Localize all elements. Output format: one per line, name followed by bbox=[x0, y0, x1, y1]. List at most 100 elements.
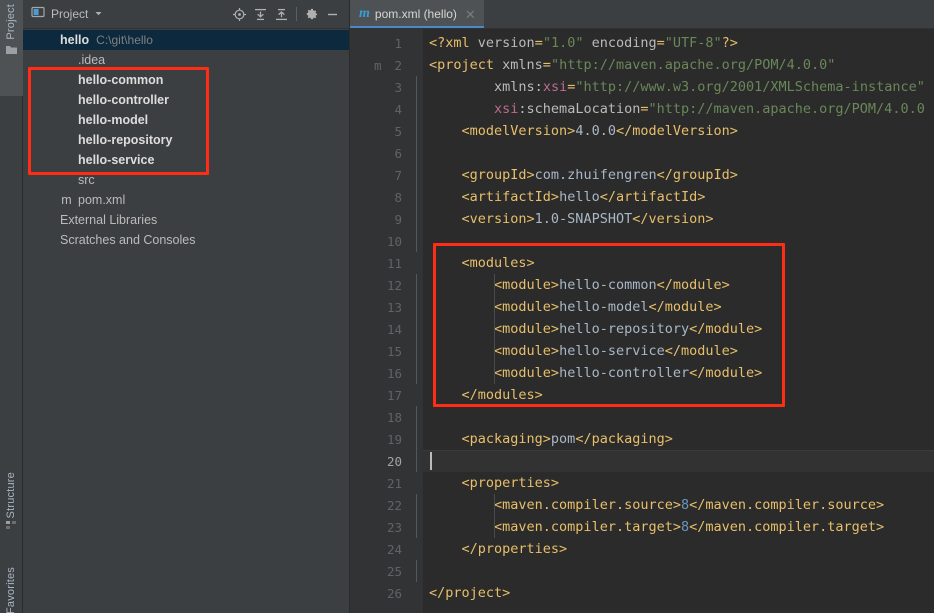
line-number[interactable]: 25 bbox=[350, 560, 410, 582]
line-number[interactable]: 8 bbox=[350, 186, 410, 208]
line-number[interactable]: 6 bbox=[350, 142, 410, 164]
line-number[interactable]: 17 bbox=[350, 384, 410, 406]
chevron-right-icon[interactable] bbox=[45, 150, 58, 170]
line-number[interactable]: 19 bbox=[350, 428, 410, 450]
line-number[interactable]: 4 bbox=[350, 98, 410, 120]
code-line[interactable]: </modules> bbox=[423, 384, 934, 406]
tree-item-pom-xml[interactable]: m pom.xml bbox=[23, 190, 349, 210]
line-number[interactable]: 24 bbox=[350, 538, 410, 560]
fold-collapse-end-icon[interactable] bbox=[410, 388, 423, 402]
fold-collapse-end-icon[interactable] bbox=[410, 542, 423, 556]
chevron-right-icon[interactable] bbox=[45, 90, 58, 110]
maven-reimport-icon[interactable]: m bbox=[374, 54, 382, 76]
collapse-all-icon[interactable] bbox=[273, 6, 290, 23]
fold-region[interactable] bbox=[410, 538, 423, 560]
chevron-right-icon[interactable] bbox=[45, 110, 58, 130]
tree-item-hello-controller[interactable]: hello-controller bbox=[23, 90, 349, 110]
line-number[interactable]: 20 bbox=[350, 450, 410, 472]
code-line[interactable]: <version>1.0-SNAPSHOT</version> bbox=[423, 208, 934, 230]
project-tree[interactable]: hello C:\git\hello .idea hello-common hello-… bbox=[23, 29, 349, 613]
line-number[interactable]: 9 bbox=[350, 208, 410, 230]
tree-item-src[interactable]: src bbox=[23, 170, 349, 190]
editor-tab-pom-xml[interactable]: m pom.xml (hello) ✕ bbox=[350, 0, 484, 28]
code-line[interactable] bbox=[423, 142, 934, 164]
code-line[interactable]: </properties> bbox=[423, 538, 934, 560]
code-line[interactable]: <module>hello-common</module> bbox=[423, 274, 934, 296]
code-line[interactable]: <maven.compiler.target>8</maven.compiler… bbox=[423, 516, 934, 538]
fold-region[interactable] bbox=[410, 472, 423, 494]
tool-window-tab-favorites[interactable]: Favorites bbox=[0, 565, 23, 613]
fold-region[interactable] bbox=[410, 582, 423, 604]
chevron-down-icon[interactable] bbox=[27, 30, 40, 50]
line-number[interactable]: 14 bbox=[350, 318, 410, 340]
line-number[interactable]: 11 bbox=[350, 252, 410, 274]
line-number[interactable]: 12 bbox=[350, 274, 410, 296]
line-number[interactable]: 26 bbox=[350, 582, 410, 604]
tool-window-tab-project[interactable]: Project bbox=[0, 0, 23, 96]
line-number[interactable]: 10 bbox=[350, 230, 410, 252]
tree-item-scratches-and-consoles[interactable]: Scratches and Consoles bbox=[23, 230, 349, 250]
tree-item-hello-model[interactable]: hello-model bbox=[23, 110, 349, 130]
code-line[interactable]: xmlns:xsi="http://www.w3.org/2001/XMLSch… bbox=[423, 76, 934, 98]
line-number[interactable]: 21 bbox=[350, 472, 410, 494]
code-line[interactable]: <module>hello-model</module> bbox=[423, 296, 934, 318]
code-line[interactable]: <project xmlns="http://maven.apache.org/… bbox=[423, 54, 934, 76]
code-line[interactable] bbox=[423, 450, 934, 472]
chevron-right-icon[interactable] bbox=[45, 50, 58, 70]
fold-collapse-end-icon[interactable] bbox=[410, 586, 423, 600]
fold-collapse-icon[interactable] bbox=[410, 256, 423, 270]
line-number[interactable]: 13 bbox=[350, 296, 410, 318]
line-number[interactable]: 2m bbox=[350, 54, 410, 76]
code-line[interactable]: <packaging>pom</packaging> bbox=[423, 428, 934, 450]
code-line[interactable]: <groupId>com.zhuifengren</groupId> bbox=[423, 164, 934, 186]
chevron-right-icon[interactable] bbox=[45, 70, 58, 90]
code-editor[interactable]: 1 2 m 3 4 5 6 7 8 9 10 11 12 13 14 15 16 17 18 19 20 21 22 23 24… bbox=[350, 29, 934, 613]
settings-gear-icon[interactable] bbox=[303, 6, 320, 23]
close-icon[interactable]: ✕ bbox=[465, 8, 476, 21]
locate-in-tree-icon[interactable] bbox=[231, 6, 248, 23]
code-line[interactable]: <module>hello-controller</module> bbox=[423, 362, 934, 384]
code-folding-gutter[interactable] bbox=[410, 29, 423, 613]
code-line[interactable]: <?xml version="1.0" encoding="UTF-8"?> bbox=[423, 32, 934, 54]
line-number-gutter[interactable]: 1 2 m 3 4 5 6 7 8 9 10 11 12 13 14 15 16 17 18 19 20 21 22 23 24… bbox=[350, 29, 410, 613]
tree-item-hello-common[interactable]: hello-common bbox=[23, 70, 349, 90]
line-number[interactable]: 22 bbox=[350, 494, 410, 516]
code-line[interactable]: <module>hello-service</module> bbox=[423, 340, 934, 362]
tree-item--idea[interactable]: .idea bbox=[23, 50, 349, 70]
code-line[interactable]: <module>hello-repository</module> bbox=[423, 318, 934, 340]
code-line[interactable]: </project> bbox=[423, 582, 934, 604]
line-number[interactable]: 15 bbox=[350, 340, 410, 362]
tree-item-hello-service[interactable]: hello-service bbox=[23, 150, 349, 170]
code-line[interactable]: <artifactId>hello</artifactId> bbox=[423, 186, 934, 208]
line-number[interactable]: 1 bbox=[350, 32, 410, 54]
fold-region[interactable] bbox=[410, 384, 423, 406]
tree-item-hello-repository[interactable]: hello-repository bbox=[23, 130, 349, 150]
chevron-right-icon[interactable] bbox=[45, 170, 58, 190]
code-line[interactable]: <maven.compiler.source>8</maven.compiler… bbox=[423, 494, 934, 516]
code-line[interactable]: xsi:schemaLocation="http://maven.apache.… bbox=[423, 98, 934, 120]
chevron-right-icon[interactable] bbox=[45, 130, 58, 150]
fold-collapse-icon[interactable] bbox=[410, 58, 423, 72]
line-number[interactable]: 16 bbox=[350, 362, 410, 384]
line-number[interactable]: 5 bbox=[350, 120, 410, 142]
tree-item-external-libraries[interactable]: External Libraries bbox=[23, 210, 349, 230]
fold-region[interactable] bbox=[410, 54, 423, 76]
line-number[interactable]: 23 bbox=[350, 516, 410, 538]
code-line[interactable] bbox=[423, 406, 934, 428]
line-number[interactable]: 3 bbox=[350, 76, 410, 98]
code-line[interactable] bbox=[423, 560, 934, 582]
line-number[interactable]: 7 bbox=[350, 164, 410, 186]
hide-panel-icon[interactable] bbox=[324, 6, 341, 23]
line-number[interactable]: 18 bbox=[350, 406, 410, 428]
chevron-right-icon[interactable] bbox=[27, 210, 40, 230]
code-line[interactable]: <properties> bbox=[423, 472, 934, 494]
code-line[interactable]: <modules> bbox=[423, 252, 934, 274]
fold-region[interactable] bbox=[410, 252, 423, 274]
expand-all-icon[interactable] bbox=[252, 6, 269, 23]
fold-collapse-icon[interactable] bbox=[410, 476, 423, 490]
chevron-down-icon[interactable] bbox=[94, 5, 103, 23]
tree-item-hello[interactable]: hello C:\git\hello bbox=[23, 30, 349, 50]
code-line[interactable] bbox=[423, 230, 934, 252]
code-content[interactable]: <?xml version="1.0" encoding="UTF-8"?> <p… bbox=[423, 29, 934, 613]
tool-window-tab-structure[interactable]: Structure bbox=[0, 470, 23, 562]
